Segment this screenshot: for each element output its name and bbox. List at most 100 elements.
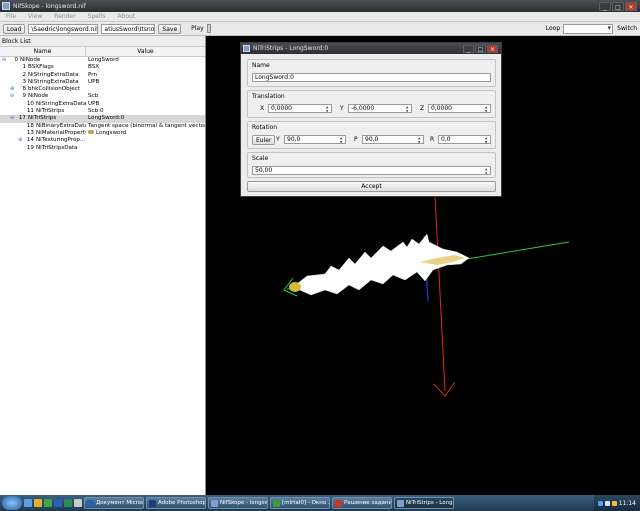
quicklaunch-word-icon[interactable] bbox=[54, 499, 62, 507]
toolbar: Load \Saedric\longsword.nif atiusSword\I… bbox=[0, 22, 640, 36]
block-name-cell: ⊕ 8 bhkCollisionObject bbox=[0, 86, 86, 93]
task-label: [mIrtal0] - Окно ... bbox=[282, 499, 330, 506]
block-list-row[interactable]: 10 NiStringExtraData UPB bbox=[0, 101, 205, 108]
animation-slider[interactable] bbox=[206, 24, 211, 33]
euler-button[interactable]: Euler bbox=[252, 135, 276, 145]
block-value-cell bbox=[86, 86, 205, 93]
block-value: UPB bbox=[88, 100, 100, 107]
block-name-cell: 10 NiStringExtraData bbox=[0, 101, 86, 108]
block-type: bhkCollisionObject bbox=[28, 86, 80, 93]
quicklaunch-desktop-icon[interactable] bbox=[24, 499, 32, 507]
dialog-app-icon bbox=[243, 45, 250, 52]
name-input[interactable]: LongSword:0 bbox=[252, 73, 491, 82]
menu-view[interactable]: View bbox=[22, 13, 48, 20]
tray-clock[interactable]: 11:14 bbox=[619, 500, 636, 507]
minimize-button[interactable]: _ bbox=[599, 1, 611, 11]
block-index: 17 bbox=[18, 115, 26, 122]
block-name-cell: 1 BSXFlags bbox=[0, 64, 86, 71]
system-tray: 11:14 bbox=[593, 495, 640, 511]
block-name-cell: 2 NiStringExtraData bbox=[0, 72, 86, 79]
save-button[interactable]: Save bbox=[158, 23, 182, 34]
switch-label[interactable]: Switch bbox=[617, 25, 637, 32]
rotation-r-label: R bbox=[430, 136, 435, 143]
block-list-row[interactable]: 3 NiStringExtraData UPB bbox=[0, 79, 205, 86]
loop-label[interactable]: Loop bbox=[546, 25, 560, 32]
translation-x-label: X bbox=[260, 105, 265, 112]
taskbar-task-button[interactable]: [mIrtal0] - Окно ... bbox=[270, 497, 330, 509]
block-index: 11 bbox=[26, 108, 34, 115]
quicklaunch-app-icon[interactable] bbox=[44, 499, 52, 507]
block-index: 8 bbox=[22, 86, 26, 93]
block-list-row[interactable]: ⊖ 0 NiNode LongSword bbox=[0, 57, 205, 64]
taskbar-task-button[interactable]: Adobe Photoshop ... bbox=[146, 497, 206, 509]
menu-spells[interactable]: Spells bbox=[82, 13, 112, 20]
translation-z-input[interactable]: 0,0000 bbox=[428, 104, 491, 113]
block-type: NiStringExtraData bbox=[36, 100, 86, 107]
dialog-title: NiTriStrips - LongSword:0 bbox=[253, 45, 329, 52]
block-value-cell: Prn bbox=[86, 72, 205, 79]
block-type: NiNode bbox=[28, 93, 49, 100]
column-value-header[interactable]: Value bbox=[86, 47, 205, 56]
block-list-row[interactable]: 11 NiTriStrips Scb:0 bbox=[0, 108, 205, 115]
dialog-close-button[interactable]: × bbox=[487, 44, 498, 53]
animation-select[interactable] bbox=[563, 23, 614, 34]
menu-render[interactable]: Render bbox=[48, 13, 81, 20]
window-title: NifSkope - longsword.nif bbox=[13, 2, 86, 10]
tray-volume-icon[interactable] bbox=[604, 500, 610, 506]
block-value-cell: LongSword:0 bbox=[86, 115, 205, 122]
taskbar-task-button[interactable]: Документ Micros... bbox=[84, 497, 144, 509]
start-button[interactable] bbox=[2, 496, 22, 510]
block-name-cell: 3 NiStringExtraData bbox=[0, 79, 86, 86]
block-list-row[interactable]: 1 BSXFlags BSX bbox=[0, 64, 205, 71]
taskbar-task-button[interactable]: Решение заданий... bbox=[332, 497, 392, 509]
save-path-input[interactable]: atiusSword\Itsnok.nif bbox=[101, 23, 156, 34]
block-index: 0 bbox=[14, 57, 18, 63]
block-list-row[interactable]: ⊖ 9 NiNode Scb bbox=[0, 93, 205, 100]
dialog-minimize-button[interactable]: _ bbox=[463, 44, 474, 53]
task-app-icon bbox=[87, 499, 94, 507]
tray-app-icon[interactable] bbox=[611, 500, 617, 506]
block-value: Scb bbox=[88, 93, 99, 100]
block-list-row[interactable]: ⊕ 14 NiTexturingProp... bbox=[0, 137, 205, 144]
quicklaunch-folder-icon[interactable] bbox=[34, 499, 42, 507]
quicklaunch-excel-icon[interactable] bbox=[64, 499, 72, 507]
task-app-icon bbox=[149, 499, 156, 507]
window-titlebar: NifSkope - longsword.nif _ □ × bbox=[0, 0, 640, 12]
rotation-group: Rotation Euler Y 90,0 P 90,0 R 0,0 bbox=[247, 121, 496, 149]
maximize-button[interactable]: □ bbox=[612, 1, 624, 11]
close-button[interactable]: × bbox=[625, 1, 637, 11]
block-value: LongSword bbox=[88, 57, 119, 63]
translation-y-input[interactable]: -6,0000 bbox=[348, 104, 412, 113]
column-name-header[interactable]: Name bbox=[0, 47, 86, 56]
block-type: NiTriStrips bbox=[28, 115, 57, 122]
quicklaunch-misc-icon[interactable] bbox=[74, 499, 82, 507]
block-list-row[interactable]: 13 NiMaterialProperty Longsword bbox=[0, 130, 205, 137]
accept-button[interactable]: Accept bbox=[247, 181, 496, 192]
rotation-r-input[interactable]: 0,0 bbox=[438, 135, 491, 144]
menu-file[interactable]: File bbox=[0, 13, 22, 20]
play-label[interactable]: Play bbox=[191, 25, 204, 32]
load-path-input[interactable]: \Saedric\longsword.nif bbox=[28, 23, 99, 34]
dialog-maximize-button[interactable]: □ bbox=[475, 44, 486, 53]
rotation-p-input[interactable]: 90,0 bbox=[362, 135, 424, 144]
task-app-icon bbox=[397, 499, 404, 507]
tray-network-icon[interactable] bbox=[597, 500, 603, 506]
translation-group-label: Translation bbox=[252, 93, 285, 100]
block-list-panel: Block List Name Value ⊖ 0 NiNode LongSword 1… bbox=[0, 36, 206, 495]
menu-about[interactable]: About bbox=[111, 13, 141, 20]
translation-x-input[interactable]: 0,0000 bbox=[268, 104, 332, 113]
load-button[interactable]: Load bbox=[3, 23, 26, 34]
block-name-cell: 18 NiBinaryExtraData bbox=[0, 123, 86, 130]
block-list-row[interactable]: ⊕ 8 bhkCollisionObject bbox=[0, 86, 205, 93]
block-list-row[interactable]: 2 NiStringExtraData Prn bbox=[0, 72, 205, 79]
block-list-row[interactable]: ⊖ 17 NiTriStrips LongSword:0 bbox=[0, 115, 205, 123]
block-name-cell: 13 NiMaterialProperty bbox=[0, 130, 86, 137]
taskbar-task-button[interactable]: NiTriStrips - LongS... bbox=[394, 497, 454, 509]
task-label: NifSkope - longsw... bbox=[220, 499, 268, 506]
block-list-row[interactable]: 18 NiBinaryExtraData Tangent space (binorm… bbox=[0, 123, 205, 130]
taskbar-task-button[interactable]: NifSkope - longsw... bbox=[208, 497, 268, 509]
rotation-y-input[interactable]: 90,0 bbox=[284, 135, 346, 144]
scale-input[interactable]: 50,00 bbox=[252, 166, 491, 175]
block-list-row[interactable]: 19 NiTriStripsData bbox=[0, 145, 205, 152]
block-value-cell: Scb bbox=[86, 93, 205, 100]
